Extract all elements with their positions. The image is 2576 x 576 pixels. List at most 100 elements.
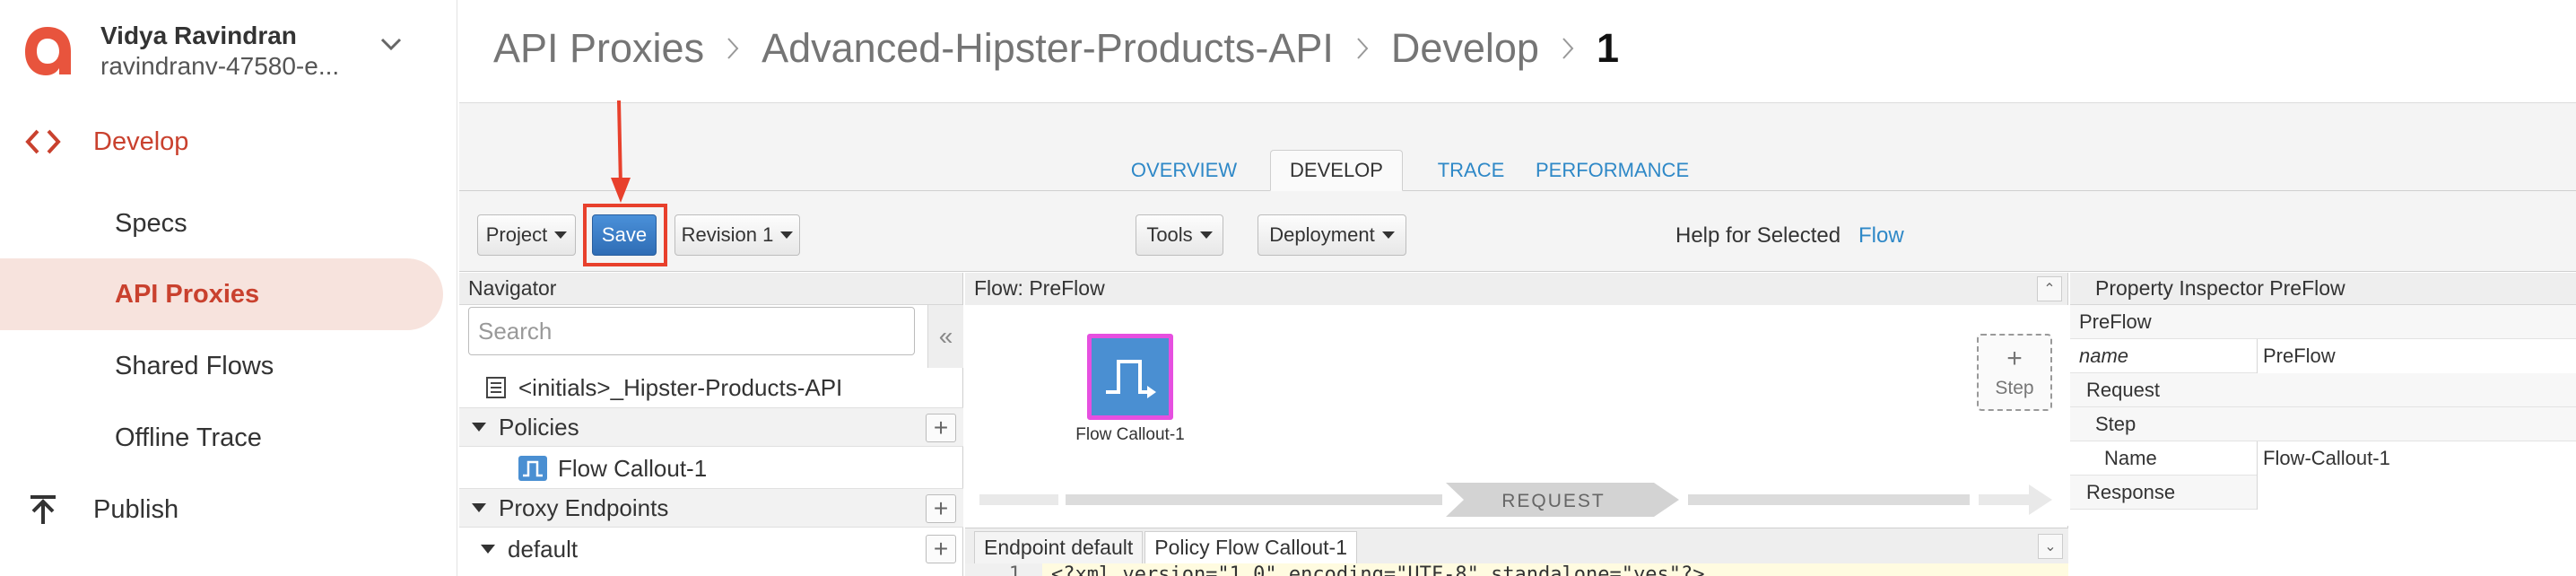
sidebar-item-api-proxies[interactable]: API Proxies <box>0 258 443 330</box>
breadcrumb-proxy[interactable]: Advanced-Hipster-Products-API <box>761 25 1334 72</box>
add-step-button[interactable]: + Step <box>1977 334 2052 411</box>
inspector-key: Step <box>2095 412 2137 435</box>
chevron-right-icon <box>727 38 739 59</box>
flow-title-label: Flow: PreFlow <box>974 276 1105 300</box>
help-link[interactable]: Flow <box>1858 223 1904 249</box>
endpoint-default-item[interactable]: default + <box>459 529 963 569</box>
expand-triangle-icon <box>472 503 486 512</box>
inspector-value-step-name[interactable]: Flow-Callout-1 <box>2257 441 2576 476</box>
deployment-label: Deployment <box>1269 223 1375 246</box>
inspector-key: Response <box>2086 480 2176 503</box>
proxy-endpoints-section[interactable]: Proxy Endpoints + <box>459 488 963 528</box>
code-icon <box>25 129 61 154</box>
expand-triangle-icon <box>481 545 495 554</box>
collapse-code-button[interactable]: ⌄ <box>2038 534 2063 559</box>
breadcrumb: API Proxies Advanced-Hipster-Products-AP… <box>493 25 1619 72</box>
caret-down-icon <box>554 231 568 239</box>
sidebar-item-shared-flows[interactable]: Shared Flows <box>0 330 443 402</box>
inspector-row-name: name PreFlow <box>2070 339 2576 373</box>
inspector-key: Name <box>2104 446 2157 469</box>
code-editor[interactable]: 1 <?xml version="1.0" encoding="UTF-8" s… <box>965 563 2068 576</box>
plus-icon: + <box>2006 344 2023 373</box>
inspector-key: Request <box>2086 378 2160 401</box>
policy-item[interactable]: Flow Callout-1 <box>459 449 963 488</box>
proxy-file-icon <box>486 377 506 398</box>
navigator-search-input[interactable] <box>468 307 915 355</box>
endpoint-default-label: default <box>508 535 579 563</box>
expand-triangle-icon <box>472 423 486 432</box>
sidebar-item-label: Publish <box>93 494 179 524</box>
sidebar: Vidya Ravindran ravindranv-47580-e... De… <box>0 0 457 576</box>
add-flow-button[interactable]: + <box>926 535 956 563</box>
flow-callout-icon <box>1106 360 1156 398</box>
flow-callout-policy-step[interactable] <box>1087 334 1173 420</box>
sidebar-item-specs[interactable]: Specs <box>0 188 443 259</box>
sidebar-item-label: Offline Trace <box>115 423 262 452</box>
add-policy-button[interactable]: + <box>926 414 956 442</box>
sidebar-item-label: API Proxies <box>115 279 260 309</box>
editor-toolbar: Project Save Revision 1 Tools Deployment… <box>459 191 2576 272</box>
inspector-row-preflow: PreFlow <box>2070 305 2576 339</box>
caret-down-icon <box>780 231 794 239</box>
chevron-down-icon[interactable] <box>380 36 402 52</box>
project-label: Project <box>485 223 548 246</box>
sidebar-item-label: Shared Flows <box>115 351 274 380</box>
code-editor-tabs: Endpoint default Policy Flow Callout-1 ⌄ <box>965 528 2068 563</box>
page-header: API Proxies Advanced-Hipster-Products-AP… <box>459 0 2576 103</box>
project-menu-button[interactable]: Project <box>477 214 576 256</box>
inspector-value-name[interactable]: PreFlow <box>2257 339 2576 373</box>
add-proxy-endpoint-button[interactable]: + <box>926 494 956 523</box>
line-number: 1 <box>965 563 1042 576</box>
inspector-title: Property Inspector PreFlow <box>2070 273 2576 305</box>
deployment-menu-button[interactable]: Deployment <box>1258 214 1406 256</box>
breadcrumb-revision: 1 <box>1596 25 1619 71</box>
inspector-row-step-name: Name Flow-Callout-1 <box>2070 441 2576 476</box>
inspector-key: PreFlow <box>2079 310 2152 333</box>
tools-menu-button[interactable]: Tools <box>1136 214 1223 256</box>
help-label: Help for Selected <box>1675 223 1841 248</box>
chevron-right-icon <box>1357 38 1369 59</box>
sidebar-item-label: Specs <box>115 208 187 238</box>
collapse-flow-button[interactable]: ⌃ <box>2037 276 2062 301</box>
proxy-root-item[interactable]: <initials>_Hipster-Products-API <box>459 368 963 407</box>
flow-panel: Flow: PreFlow ⌃ Flow Callout-1 + Step RE… <box>965 273 2068 576</box>
step-label: Step <box>1995 378 2034 398</box>
caret-down-icon <box>1381 231 1395 239</box>
revision-menu-button[interactable]: Revision 1 <box>674 214 800 256</box>
tab-endpoint-default[interactable]: Endpoint default <box>974 531 1144 563</box>
tab-overview[interactable]: OVERVIEW <box>1121 150 1247 191</box>
sidebar-item-label: Develop <box>93 127 189 156</box>
apigee-logo[interactable] <box>20 23 75 79</box>
navigator-panel: Navigator « <initials>_Hipster-Products-… <box>459 273 963 576</box>
sidebar-item-publish[interactable]: Publish <box>0 474 443 545</box>
annotation-arrow <box>611 100 631 203</box>
breadcrumb-develop[interactable]: Develop <box>1391 25 1539 72</box>
tab-trace[interactable]: TRACE <box>1426 150 1516 191</box>
inspector-row-response: Response <box>2070 476 2576 510</box>
save-button[interactable]: Save <box>592 214 657 256</box>
caret-down-icon <box>1199 231 1213 239</box>
flow-title: Flow: PreFlow ⌃ <box>965 273 2067 305</box>
collapse-navigator-button[interactable]: « <box>927 305 963 368</box>
chevron-right-icon <box>1562 38 1574 59</box>
request-flow-arrow: REQUEST <box>979 483 2052 517</box>
publish-icon <box>30 495 56 524</box>
sidebar-item-offline-trace[interactable]: Offline Trace <box>0 402 443 474</box>
request-label: REQUEST <box>1501 491 1606 511</box>
tab-performance[interactable]: PERFORMANCE <box>1536 150 1697 191</box>
code-line-text: <?xml version="1.0" encoding="UTF-8" sta… <box>1051 563 1705 576</box>
breadcrumb-api-proxies[interactable]: API Proxies <box>493 25 704 72</box>
tools-label: Tools <box>1146 223 1193 246</box>
inspector-row-step: Step <box>2070 407 2576 441</box>
navigator-title: Navigator <box>459 273 962 305</box>
sidebar-item-develop[interactable]: Develop <box>0 106 443 178</box>
revision-label: Revision 1 <box>681 223 774 246</box>
policy-item-label: Flow Callout-1 <box>558 454 708 482</box>
tab-develop[interactable]: DEVELOP <box>1270 150 1403 191</box>
inspector-key: name <box>2079 344 2129 367</box>
tab-policy-flow-callout[interactable]: Policy Flow Callout-1 <box>1144 531 1357 563</box>
flow-canvas: Flow Callout-1 + Step REQUEST <box>965 305 2068 526</box>
policy-step-label: Flow Callout-1 <box>1075 425 1185 444</box>
inspector-value-response[interactable] <box>2257 476 2576 510</box>
policies-section[interactable]: Policies + <box>459 407 963 447</box>
